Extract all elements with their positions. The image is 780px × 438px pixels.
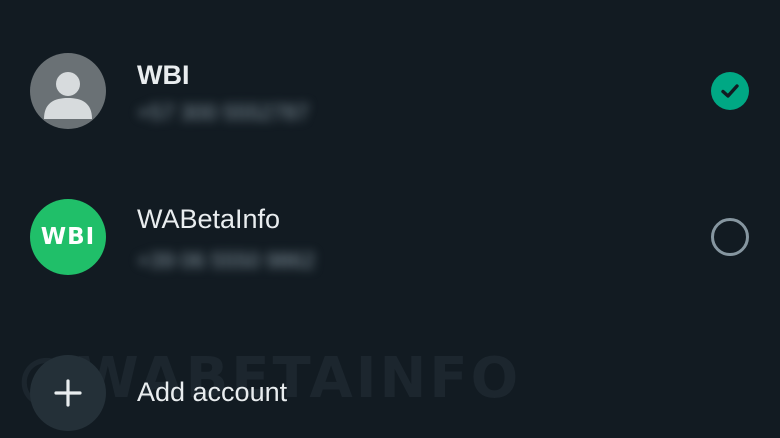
wbi-logo-avatar: WBI xyxy=(30,199,106,275)
account-phone: +57 300 5552787 xyxy=(137,100,309,125)
account-row-wabetainfo[interactable]: WBI WABetaInfo +39 06 5550 9862 xyxy=(0,182,780,292)
default-avatar-icon xyxy=(30,53,106,129)
selected-check-icon[interactable] xyxy=(711,72,749,110)
plus-icon[interactable] xyxy=(30,355,106,431)
radio-unchecked-icon[interactable] xyxy=(711,218,749,256)
account-name: WBI xyxy=(137,60,190,90)
account-switcher-sheet: @WABETAINFO WBI +57 300 5552787 WBI WABe… xyxy=(0,0,780,438)
account-phone: +39 06 5550 9862 xyxy=(137,248,316,273)
account-name: WABetaInfo xyxy=(137,204,281,234)
add-account-button[interactable]: Add account xyxy=(137,377,287,408)
account-row-wbi[interactable]: WBI +57 300 5552787 xyxy=(0,36,780,146)
avatar-text: WBI xyxy=(40,224,96,250)
